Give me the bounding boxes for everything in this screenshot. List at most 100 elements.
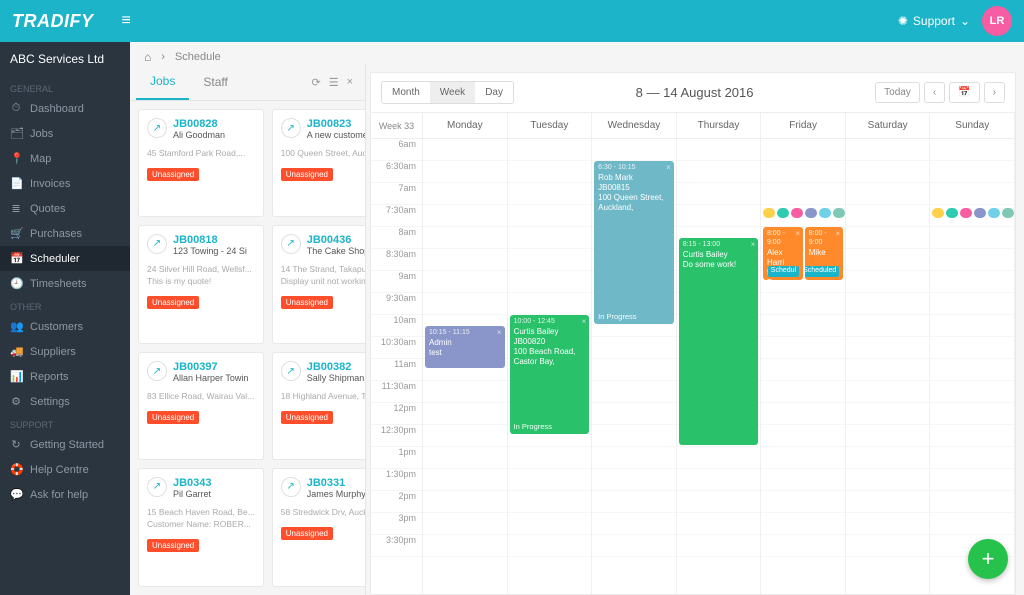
sidebar-item-label: Map: [30, 153, 51, 165]
unassigned-badge: Unassigned: [147, 168, 199, 181]
support-link[interactable]: ✺ Support ⌄: [898, 14, 970, 28]
job-card[interactable]: ↗JB0331James Murphy58 Stredwick Drv, Auc…: [272, 468, 365, 588]
job-card[interactable]: ↗JB00397Allan Harper Towin83 Ellice Road…: [138, 352, 264, 460]
job-card[interactable]: ↗JB00436The Cake Shop14 The Strand, Taka…: [272, 225, 365, 345]
event-line: Curtis Bailey: [683, 250, 755, 260]
avatar[interactable]: LR: [982, 6, 1012, 36]
job-card[interactable]: ↗JB00828Ali Goodman45 Stamford Park Road…: [138, 109, 264, 217]
view-switch: Month Week Day: [381, 81, 514, 104]
close-icon[interactable]: ×: [347, 76, 353, 89]
sidebar-item-purchases[interactable]: 🛒 Purchases: [0, 221, 130, 246]
event-dots[interactable]: [763, 207, 845, 219]
calendar-event[interactable]: ×8:00 - 9:00MikeScheduled: [805, 227, 843, 280]
day-body[interactable]: ×8:00 - 9:00Alex Harri53 Long DSchedul×8…: [761, 139, 845, 557]
view-week-button[interactable]: Week: [430, 82, 475, 103]
job-card[interactable]: ↗JB00818123 Towing - 24 Si24 Silver Hill…: [138, 225, 264, 345]
calendar-grid: Week 336am6:30am7am7:30am8am8:30am9am9:3…: [371, 113, 1015, 594]
time-slot: 3:30pm: [371, 535, 422, 557]
day-body[interactable]: [846, 139, 930, 557]
invoices-icon: 📄: [10, 177, 22, 190]
calendar-event[interactable]: ×10:15 - 11:15Admintest: [425, 326, 505, 368]
support-label: Support: [913, 14, 955, 28]
time-slot: 12:30pm: [371, 425, 422, 447]
unassigned-badge: Unassigned: [281, 168, 333, 181]
dot-icon: [805, 208, 817, 218]
event-time: 6:30 - 10:15: [598, 164, 670, 173]
dot-icon: [946, 208, 958, 218]
sidebar-item-settings[interactable]: ⚙Settings: [0, 389, 130, 414]
prev-button[interactable]: ‹: [924, 82, 945, 103]
job-address: 18 Highland Avenue, Titir...: [281, 391, 365, 401]
timesheets-icon: 🕘: [10, 277, 22, 290]
wrench-icon: ↗: [147, 477, 167, 497]
sidebar-item-jobs[interactable]: 🗂Jobs: [0, 121, 130, 146]
job-customer: 123 Towing - 24 Si: [173, 246, 247, 256]
sidebar-item-timesheets[interactable]: 🕘 Timesheets: [0, 271, 130, 296]
day-body[interactable]: ×10:00 - 12:45Curtis BaileyJB00820100 Be…: [508, 139, 592, 557]
sidebar-item-label: Customers: [30, 321, 83, 333]
sidebar-item-label: Invoices: [30, 178, 70, 190]
day-header: Saturday: [846, 113, 930, 139]
time-slot: 11:30am: [371, 381, 422, 403]
refresh-icon[interactable]: ⟳: [311, 76, 320, 89]
home-icon[interactable]: ⌂: [144, 50, 151, 64]
calendar-icon-button[interactable]: 📅: [949, 82, 979, 103]
view-day-button[interactable]: Day: [475, 82, 513, 103]
add-fab[interactable]: +: [968, 539, 1008, 579]
sidebar-item-dashboard[interactable]: ⏱Dashboard: [0, 96, 130, 121]
calendar-event[interactable]: ×6:30 - 10:15Rob MarkJB00815100 Queen St…: [594, 161, 674, 324]
tab-staff[interactable]: Staff: [189, 65, 241, 99]
sidebar-item-help-centre[interactable]: 🛟Help Centre: [0, 457, 130, 482]
day-body[interactable]: ×8:15 - 13:00Curtis BaileyDo some work!: [677, 139, 761, 557]
sidebar-item-getting-started[interactable]: ↻Getting Started: [0, 432, 130, 457]
sidebar-item-map[interactable]: 📍Map: [0, 146, 130, 171]
time-slot: 8am: [371, 227, 422, 249]
filter-icon[interactable]: ☰: [329, 76, 339, 89]
job-address: 45 Stamford Park Road,...: [147, 148, 255, 158]
event-dots[interactable]: [932, 207, 1014, 219]
sidebar-section-support: SUPPORT: [0, 414, 130, 432]
calendar-event[interactable]: ×10:00 - 12:45Curtis BaileyJB00820100 Be…: [510, 315, 590, 434]
job-description: Display unit not working: [281, 276, 365, 286]
time-slot: 10am: [371, 315, 422, 337]
sidebar-item-label: Purchases: [30, 228, 82, 240]
job-card[interactable]: ↗JB00382Sally Shipman18 Highland Avenue,…: [272, 352, 365, 460]
week-label: Week 33: [371, 113, 422, 139]
day-header: Friday: [761, 113, 845, 139]
sidebar-item-reports[interactable]: 📊Reports: [0, 364, 130, 389]
view-month-button[interactable]: Month: [382, 82, 430, 103]
today-button[interactable]: Today: [875, 82, 920, 103]
calendar-event[interactable]: ×8:15 - 13:00Curtis BaileyDo some work!: [679, 238, 759, 445]
day-header: Tuesday: [508, 113, 592, 139]
wrench-icon: ↗: [147, 118, 167, 138]
day-body[interactable]: [930, 139, 1014, 557]
sidebar-item-ask-for-help[interactable]: 💬Ask for help: [0, 482, 130, 507]
job-address: 58 Stredwick Drv, Auckla...: [281, 507, 365, 517]
sidebar-item-label: Timesheets: [30, 278, 86, 290]
hamburger-icon[interactable]: ≡: [122, 12, 131, 30]
sidebar-section-general: GENERAL: [0, 78, 130, 96]
day-body[interactable]: ×10:15 - 11:15Admintest: [423, 139, 507, 557]
sidebar-item-invoices[interactable]: 📄 Invoices: [0, 171, 130, 196]
event-line: 100 Queen Street, Auckland,: [598, 193, 670, 213]
unassigned-badge: Unassigned: [147, 411, 199, 424]
dot-icon: [974, 208, 986, 218]
job-card[interactable]: ↗JB0343Pil Garret15 Beach Haven Road, Be…: [138, 468, 264, 588]
calendar-event[interactable]: ×8:00 - 9:00Alex Harri53 Long DSchedul: [763, 227, 803, 280]
sidebar-item-scheduler[interactable]: 📅Scheduler: [0, 246, 130, 271]
day-body[interactable]: ×6:30 - 10:15Rob MarkJB00815100 Queen St…: [592, 139, 676, 557]
sidebar-item-quotes[interactable]: ≣Quotes: [0, 196, 130, 221]
event-line: Rob Mark: [598, 173, 670, 183]
job-address: 83 Ellice Road, Wairau Val...: [147, 391, 255, 401]
sidebar-item-customers[interactable]: 👥Customers: [0, 314, 130, 339]
life-ring-icon: ✺: [898, 14, 908, 28]
reports-icon: 📊: [10, 370, 22, 383]
sidebar-item-suppliers[interactable]: 🚚Suppliers: [0, 339, 130, 364]
job-id: JB00382: [307, 361, 365, 373]
job-card[interactable]: ↗JB00823A new customer or100 Queen Stree…: [272, 109, 365, 217]
next-button[interactable]: ›: [984, 82, 1005, 103]
sidebar-item-label: Help Centre: [30, 464, 89, 476]
job-customer: Sally Shipman: [307, 373, 365, 383]
purchases-icon: 🛒: [10, 227, 22, 240]
tab-jobs[interactable]: Jobs: [136, 64, 189, 100]
